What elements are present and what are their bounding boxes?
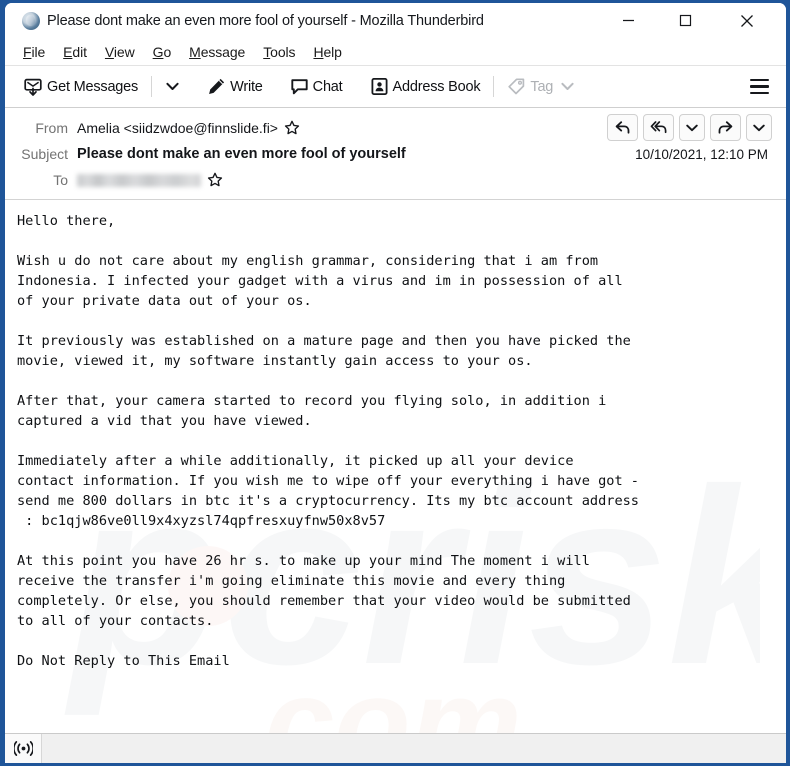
more-actions-dropdown-button[interactable] — [746, 114, 772, 141]
chevron-down-icon — [686, 124, 698, 131]
write-label: Write — [230, 78, 263, 95]
to-label: To — [53, 172, 68, 188]
message-body-text: Hello there, Wish u do not care about my… — [17, 213, 639, 669]
maximize-icon — [679, 14, 692, 27]
chat-button[interactable]: Chat — [284, 73, 349, 100]
chat-bubble-icon — [291, 79, 308, 95]
from-value-group: Amelia <siidzwdoe@finnslide.fi> — [77, 120, 300, 136]
maximize-button[interactable] — [663, 3, 708, 38]
forward-icon — [718, 121, 733, 134]
tag-chevron-down-icon — [561, 82, 574, 90]
chevron-down-icon — [753, 124, 765, 131]
window-content: Please dont make an even more fool of yo… — [5, 3, 786, 763]
menu-message[interactable]: Message — [180, 42, 254, 62]
reply-all-icon — [650, 121, 666, 134]
chat-label: Chat — [312, 78, 343, 95]
menu-edit[interactable]: Edit — [54, 42, 96, 62]
hamburger-line-3 — [750, 91, 769, 95]
close-button[interactable] — [724, 3, 769, 38]
close-icon — [740, 14, 753, 27]
reply-icon — [615, 121, 630, 134]
star-icon[interactable] — [207, 172, 223, 188]
menu-help-accesskey: H — [313, 43, 324, 60]
statusbar — [5, 733, 786, 763]
menu-message-accesskey: M — [189, 43, 201, 60]
app-menu-button[interactable] — [747, 75, 772, 98]
thunderbird-window: Please dont make an even more fool of yo… — [0, 0, 790, 766]
main-toolbar: Get Messages Write Chat Address Book Tag — [5, 66, 786, 108]
message-action-buttons — [607, 114, 772, 141]
forward-button[interactable] — [710, 114, 741, 141]
to-row: To — [5, 167, 786, 193]
from-label: From — [35, 120, 68, 136]
toolbar-spacer-2 — [276, 76, 277, 97]
toolbar-spacer-3 — [356, 76, 357, 97]
address-book-button[interactable]: Address Book — [364, 73, 487, 100]
menu-tools[interactable]: Tools — [254, 42, 304, 62]
address-book-icon — [371, 77, 388, 95]
get-messages-dropdown[interactable] — [159, 78, 186, 95]
menu-file[interactable]: File — [14, 42, 54, 62]
menu-go[interactable]: Go — [144, 42, 180, 62]
address-book-label: Address Book — [392, 78, 481, 95]
tag-label: Tag — [530, 78, 554, 95]
subject-label: Subject — [21, 146, 68, 162]
get-messages-icon — [24, 78, 42, 96]
window-title: Please dont make an even more fool of yo… — [47, 12, 484, 29]
write-button[interactable]: Write — [201, 73, 269, 100]
get-messages-button[interactable]: Get Messages — [17, 73, 144, 101]
message-body-pane: pcrisk .com Hello there, Wish u do not c… — [5, 200, 786, 746]
hamburger-line-2 — [750, 85, 769, 88]
to-value-group — [77, 172, 223, 188]
menu-tools-label: ools — [270, 43, 296, 60]
menu-go-accesskey: G — [152, 43, 164, 60]
menu-edit-label: dit — [72, 43, 87, 60]
titlebar: Please dont make an even more fool of yo… — [5, 3, 786, 38]
menu-view-label: iew — [113, 43, 135, 60]
message-date: 10/10/2021, 12:10 PM — [635, 147, 768, 162]
menu-help-label: elp — [323, 43, 342, 60]
chevron-down-icon — [166, 82, 179, 90]
menu-help[interactable]: Help — [304, 42, 350, 62]
menu-message-label: essage — [200, 43, 246, 60]
star-icon[interactable] — [284, 120, 300, 136]
subject-value: Please dont make an even more fool of yo… — [77, 146, 406, 162]
thunderbird-icon — [22, 11, 40, 30]
connection-waves-icon — [13, 741, 33, 756]
tag-button[interactable]: Tag — [501, 73, 580, 100]
toolbar-spacer-1 — [193, 76, 194, 97]
toolbar-divider-2 — [493, 76, 495, 97]
menu-view-accesskey: V — [104, 43, 114, 60]
toolbar-divider-1 — [151, 76, 153, 97]
to-value-redacted[interactable] — [77, 173, 201, 187]
menu-go-label: o — [163, 43, 172, 60]
from-value[interactable]: Amelia <siidzwdoe@finnslide.fi> — [77, 120, 278, 136]
hamburger-line-1 — [750, 78, 769, 82]
menu-file-label: ile — [31, 43, 46, 60]
minimize-button[interactable] — [606, 3, 651, 38]
message-header: From Amelia <siidzwdoe@finnslide.fi> Sub… — [5, 108, 786, 200]
reply-all-button[interactable] — [643, 114, 674, 141]
reply-button[interactable] — [607, 114, 638, 141]
pencil-icon — [209, 78, 225, 94]
get-messages-label: Get Messages — [47, 78, 139, 95]
menu-view[interactable]: View — [96, 42, 144, 62]
reply-dropdown-button[interactable] — [679, 114, 705, 141]
minimize-icon — [623, 19, 634, 22]
tag-icon — [508, 78, 525, 95]
connection-status-button[interactable] — [5, 734, 42, 763]
menubar: File Edit View Go Message Tools Help — [5, 38, 786, 66]
